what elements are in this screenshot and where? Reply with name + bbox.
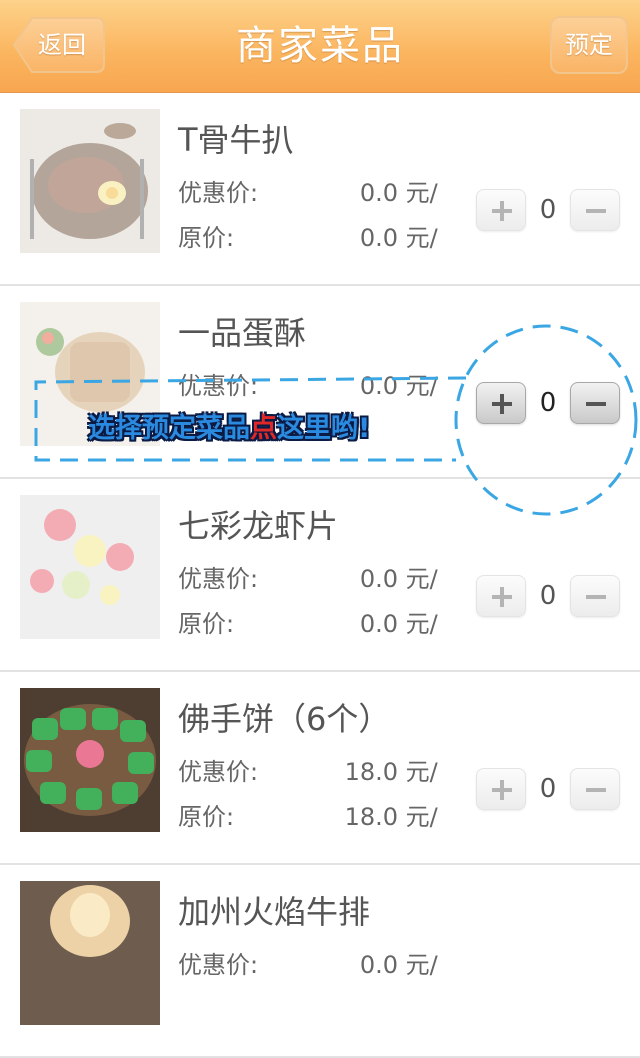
- dish-image: [20, 881, 160, 1025]
- discount-price: 18.0: [344, 758, 398, 786]
- book-button[interactable]: 预定: [550, 16, 628, 74]
- original-price: 18.0: [344, 803, 398, 831]
- discount-price: 0.0: [359, 951, 398, 979]
- original-price: 0.0: [359, 610, 398, 638]
- price-unit: 元/: [405, 565, 438, 593]
- increase-button[interactable]: [476, 575, 526, 617]
- plus-icon: [492, 780, 512, 800]
- price-unit: 元/: [405, 758, 438, 786]
- discount-price: 0.0: [359, 179, 398, 207]
- dish-image: [20, 688, 160, 832]
- discount-price-line: 优惠价: 0.0 元/: [178, 945, 438, 980]
- dish-row: 加州火焰牛排 优惠价: 0.0 元/: [0, 865, 640, 1058]
- price-unit: 元/: [405, 372, 438, 400]
- discount-price-line: 优惠价: 0.0 元/: [178, 173, 438, 208]
- original-price-line: 原价: 18.0 元/: [178, 797, 438, 832]
- dish-name: 七彩龙虾片: [178, 507, 339, 545]
- dish-row: 一品蛋酥 优惠价: 0.0 元/ 0: [0, 286, 640, 479]
- price-unit: 元/: [405, 224, 438, 252]
- quantity-stepper: 0: [476, 189, 626, 233]
- quantity-stepper: 0: [476, 575, 626, 619]
- decrease-button[interactable]: [570, 575, 620, 617]
- quantity-value: 0: [539, 388, 557, 418]
- page-title: 商家菜品: [236, 23, 404, 69]
- quantity-stepper: 0: [476, 382, 626, 426]
- nav-bar: 返回 商家菜品 预定: [0, 0, 640, 93]
- discount-label: 优惠价:: [178, 372, 259, 400]
- discount-price-line: 优惠价: 18.0 元/: [178, 752, 438, 787]
- dish-name: 加州火焰牛排: [178, 893, 371, 931]
- discount-label: 优惠价:: [178, 179, 259, 207]
- original-price-line: 原价: 0.0 元/: [178, 218, 438, 253]
- minus-icon: [586, 595, 606, 599]
- quantity-value: 0: [539, 581, 557, 611]
- dish-row: 七彩龙虾片 优惠价: 0.0 元/ 原价: 0.0 元/ 0: [0, 479, 640, 672]
- plus-icon: [492, 201, 512, 221]
- price-unit: 元/: [405, 951, 438, 979]
- dish-row: 佛手饼（6个） 优惠价: 18.0 元/ 原价: 18.0 元/ 0: [0, 672, 640, 865]
- plus-icon: [492, 587, 512, 607]
- dish-image: [20, 495, 160, 639]
- minus-icon: [586, 209, 606, 213]
- price-unit: 元/: [405, 803, 438, 831]
- discount-label: 优惠价:: [178, 565, 259, 593]
- price-unit: 元/: [405, 610, 438, 638]
- original-label: 原价:: [178, 610, 235, 638]
- quantity-stepper: 0: [476, 768, 626, 812]
- dish-name: 一品蛋酥: [178, 314, 307, 352]
- discount-price-line: 优惠价: 0.0 元/: [178, 559, 438, 594]
- original-label: 原价:: [178, 224, 235, 252]
- dish-row: T骨牛扒 优惠价: 0.0 元/ 原价: 0.0 元/ 0: [0, 93, 640, 286]
- increase-button[interactable]: [476, 768, 526, 810]
- price-unit: 元/: [405, 179, 438, 207]
- decrease-button[interactable]: [570, 189, 620, 231]
- dish-list: T骨牛扒 优惠价: 0.0 元/ 原价: 0.0 元/ 0 一品蛋酥 优惠价: …: [0, 93, 640, 1058]
- dish-name: 佛手饼（6个）: [178, 700, 391, 738]
- quantity-value: 0: [539, 774, 557, 804]
- plus-icon: [492, 394, 512, 414]
- decrease-button[interactable]: [570, 382, 620, 424]
- discount-price: 0.0: [359, 565, 398, 593]
- increase-button[interactable]: [476, 189, 526, 231]
- dish-image: [20, 302, 160, 446]
- minus-icon: [586, 788, 606, 792]
- decrease-button[interactable]: [570, 768, 620, 810]
- discount-price: 0.0: [359, 372, 398, 400]
- discount-label: 优惠价:: [178, 951, 259, 979]
- dish-image: [20, 109, 160, 253]
- original-price-line: 原价: 0.0 元/: [178, 604, 438, 639]
- discount-label: 优惠价:: [178, 758, 259, 786]
- quantity-value: 0: [539, 195, 557, 225]
- dish-name: T骨牛扒: [178, 121, 294, 159]
- original-label: 原价:: [178, 803, 235, 831]
- minus-icon: [586, 402, 606, 406]
- discount-price-line: 优惠价: 0.0 元/: [178, 366, 438, 401]
- increase-button[interactable]: [476, 382, 526, 424]
- original-price: 0.0: [359, 224, 398, 252]
